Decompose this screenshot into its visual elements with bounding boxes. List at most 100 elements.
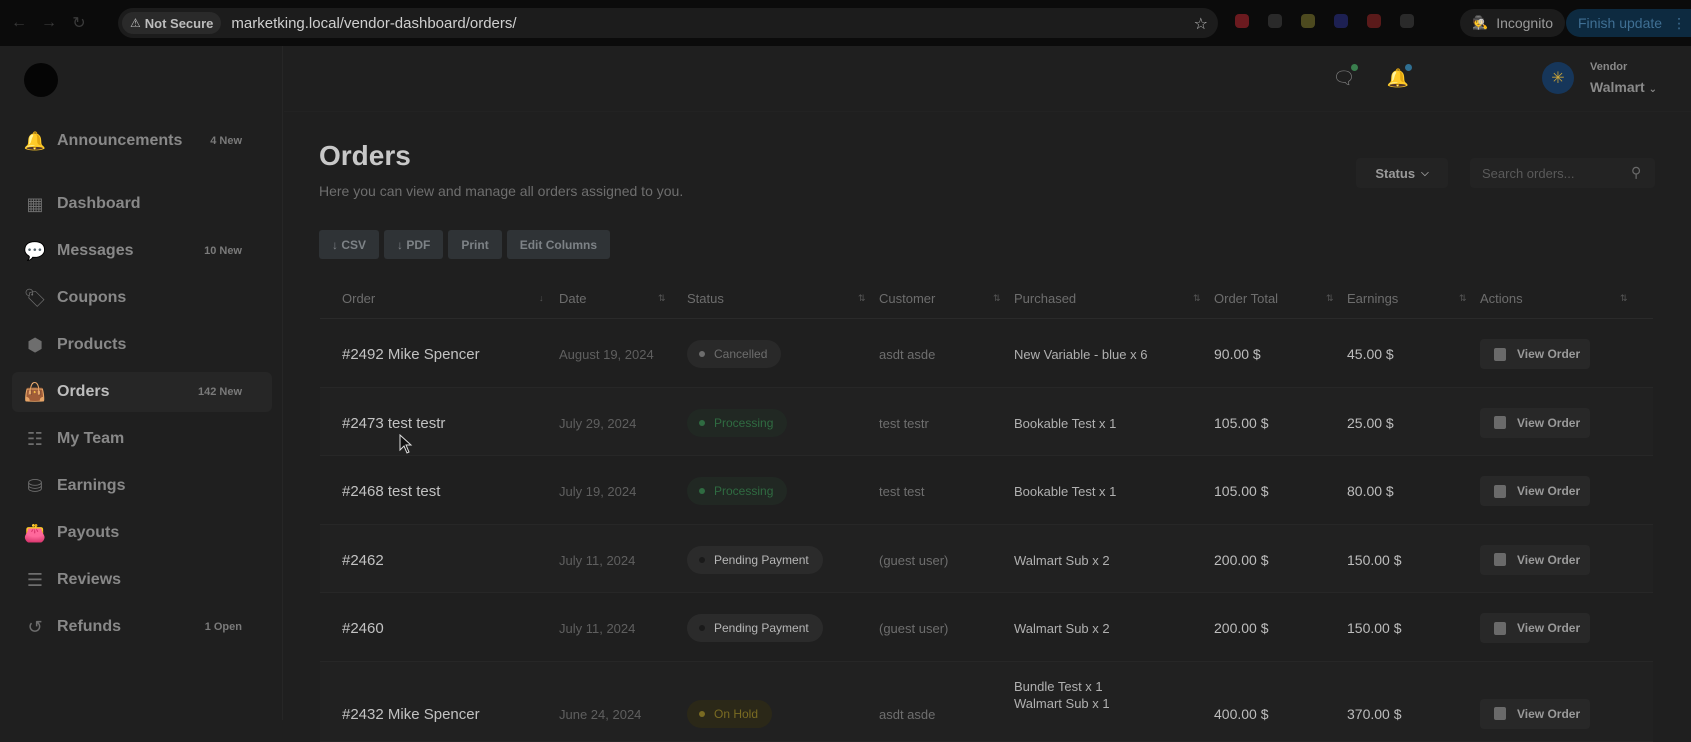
view-order-button[interactable]: View Order [1480, 613, 1591, 643]
sidebar-item-payouts[interactable]: 👛 Payouts [12, 513, 272, 553]
sidebar-item-coupons[interactable]: 🏷 Coupons [12, 278, 272, 318]
order-total: 200.00 $ [1214, 551, 1269, 568]
sidebar-item-label: Payouts [57, 524, 120, 541]
extension-icon[interactable] [1235, 14, 1249, 28]
extension-icon[interactable] [1400, 14, 1414, 28]
order-id-link[interactable]: #2462 [342, 552, 384, 569]
brand-logo[interactable] [24, 63, 58, 97]
view-order-button[interactable]: View Order [1480, 698, 1591, 729]
order-date: July 11, 2024 [559, 552, 636, 568]
extension-icon[interactable] [1301, 14, 1315, 28]
order-id-link[interactable]: #2473 test testr [342, 415, 445, 432]
customer-name: test testr [879, 415, 929, 431]
view-order-button[interactable]: View Order [1480, 339, 1591, 369]
sidebar-item-messages[interactable]: 💬 Messages 10 New [12, 231, 272, 271]
page-title: Orders [319, 140, 411, 171]
order-id-link[interactable]: #2468 test test [342, 483, 440, 500]
chat-icon[interactable]: 🗨 [1332, 64, 1358, 90]
print-button[interactable]: Print [448, 230, 502, 259]
status-label: Processing [714, 415, 774, 430]
view-order-label: View Order [1517, 347, 1581, 361]
status-badge: On Hold [687, 699, 773, 728]
team-icon: ☷ [26, 428, 44, 449]
sort-icon[interactable]: ⇅ [858, 293, 866, 304]
sidebar-item-my-team[interactable]: ☷ My Team [12, 419, 272, 459]
customer-name: (guest user) [879, 552, 949, 568]
view-order-button[interactable]: View Order [1480, 544, 1591, 575]
sort-icon[interactable]: ⇅ [1459, 293, 1467, 304]
customer-name: asdt asde [879, 706, 936, 722]
sidebar-item-label: Orders [57, 383, 110, 400]
back-icon[interactable]: ← [8, 12, 30, 34]
forward-icon[interactable]: → [38, 12, 60, 34]
refund-icon: ↺ [27, 616, 43, 637]
chevron-down-icon: ⌄ [1648, 84, 1657, 95]
bookmark-star-icon[interactable]: ☆ [1194, 14, 1208, 34]
sort-icon[interactable]: ⇅ [658, 293, 666, 304]
order-receipt-icon [1494, 553, 1506, 566]
url-text[interactable]: marketking.local/vendor-dashboard/orders… [231, 15, 516, 32]
order-earnings: 150.00 $ [1347, 620, 1402, 636]
view-order-label: View Order [1517, 552, 1581, 567]
sort-icon[interactable]: ↓ [539, 293, 544, 303]
notification-bell-icon[interactable]: 🔔 [1386, 64, 1412, 90]
vendor-account-menu[interactable]: Walmart ⌄ [1590, 79, 1657, 95]
column-header-actions[interactable]: Actions [1480, 291, 1523, 306]
security-label: Not Secure [144, 15, 214, 31]
sidebar-item-label: Messages [57, 242, 134, 259]
sort-icon[interactable]: ⇅ [993, 293, 1001, 304]
sidebar-item-refunds[interactable]: ↺ Refunds 1 Open [12, 607, 272, 647]
sidebar-item-label: Announcements [57, 132, 183, 149]
extension-icon[interactable] [1334, 14, 1348, 28]
column-header-purchased[interactable]: Purchased [1014, 291, 1076, 306]
view-order-button[interactable]: View Order [1480, 407, 1591, 438]
sidebar-item-orders[interactable]: 👜 Orders 142 New [12, 372, 272, 412]
column-header-date[interactable]: Date [559, 291, 586, 306]
table-row: #2460 July 11, 2024 Pending Payment (guest … [320, 593, 1653, 662]
extension-icon[interactable] [1268, 14, 1282, 28]
order-earnings: 150.00 $ [1347, 551, 1402, 568]
sort-icon[interactable]: ⇅ [1620, 293, 1628, 304]
column-header-status[interactable]: Status [687, 291, 724, 306]
export-toolbar: ↓ CSV ↓ PDF Print Edit Columns [319, 230, 611, 259]
wallet-icon: 👛 [23, 522, 47, 543]
reload-icon[interactable]: ↻ [68, 12, 90, 34]
sort-icon[interactable]: ⇅ [1193, 293, 1201, 304]
sidebar-item-label: Refunds [57, 618, 121, 635]
sort-icon[interactable]: ⇅ [1326, 293, 1334, 304]
warning-icon: ⚠ [130, 16, 141, 30]
address-bar[interactable]: ⚠ Not Secure marketking.local/vendor-das… [118, 8, 1218, 38]
search-icon[interactable]: ⚲ [1631, 164, 1641, 181]
column-header-order-total[interactable]: Order Total [1214, 291, 1278, 306]
column-header-earnings[interactable]: Earnings [1347, 291, 1398, 306]
order-id-link[interactable]: #2460 [342, 620, 384, 637]
security-chip[interactable]: ⚠ Not Secure [122, 12, 222, 34]
sidebar-item-products[interactable]: ⬢ Products [12, 325, 272, 365]
sidebar-item-earnings[interactable]: ⛁ Earnings [12, 466, 272, 506]
pdf-export-button[interactable]: ↓ PDF [384, 230, 444, 259]
sidebar-item-announcements[interactable]: 🔔 Announcements 4 New [12, 121, 272, 161]
column-header-customer[interactable]: Customer [879, 291, 935, 306]
order-receipt-icon [1494, 707, 1506, 720]
column-header-order[interactable]: Order [342, 291, 375, 306]
status-label: Pending Payment [714, 552, 809, 567]
order-date: August 19, 2024 [559, 347, 654, 362]
sidebar-item-badge: 4 New [210, 135, 242, 147]
sidebar-item-dashboard[interactable]: ▦ Dashboard [12, 184, 272, 224]
extension-icon[interactable] [1367, 14, 1381, 28]
sidebar-item-reviews[interactable]: ☰ Reviews [12, 560, 272, 600]
incognito-chip[interactable]: 🕵 Incognito [1460, 9, 1566, 37]
status-filter-dropdown[interactable]: Status ⌵ [1356, 158, 1448, 188]
table-row: #2432 Mike Spencer June 24, 2024 On Hold as… [320, 661, 1653, 742]
vendor-role: Vendor [1590, 61, 1628, 73]
edit-columns-button[interactable]: Edit Columns [506, 230, 611, 259]
customer-name: (guest user) [879, 621, 949, 636]
order-date: June 24, 2024 [559, 706, 642, 722]
order-earnings: 370.00 $ [1347, 705, 1402, 722]
vendor-avatar[interactable]: ✳ [1542, 62, 1574, 94]
view-order-button[interactable]: View Order [1480, 476, 1591, 506]
csv-export-button[interactable]: ↓ CSV [319, 230, 380, 259]
search-orders-input[interactable] [1470, 158, 1655, 188]
order-id-link[interactable]: #2492 Mike Spencer [342, 346, 480, 363]
finish-update-button[interactable]: Finish update ⋮ [1566, 9, 1691, 37]
